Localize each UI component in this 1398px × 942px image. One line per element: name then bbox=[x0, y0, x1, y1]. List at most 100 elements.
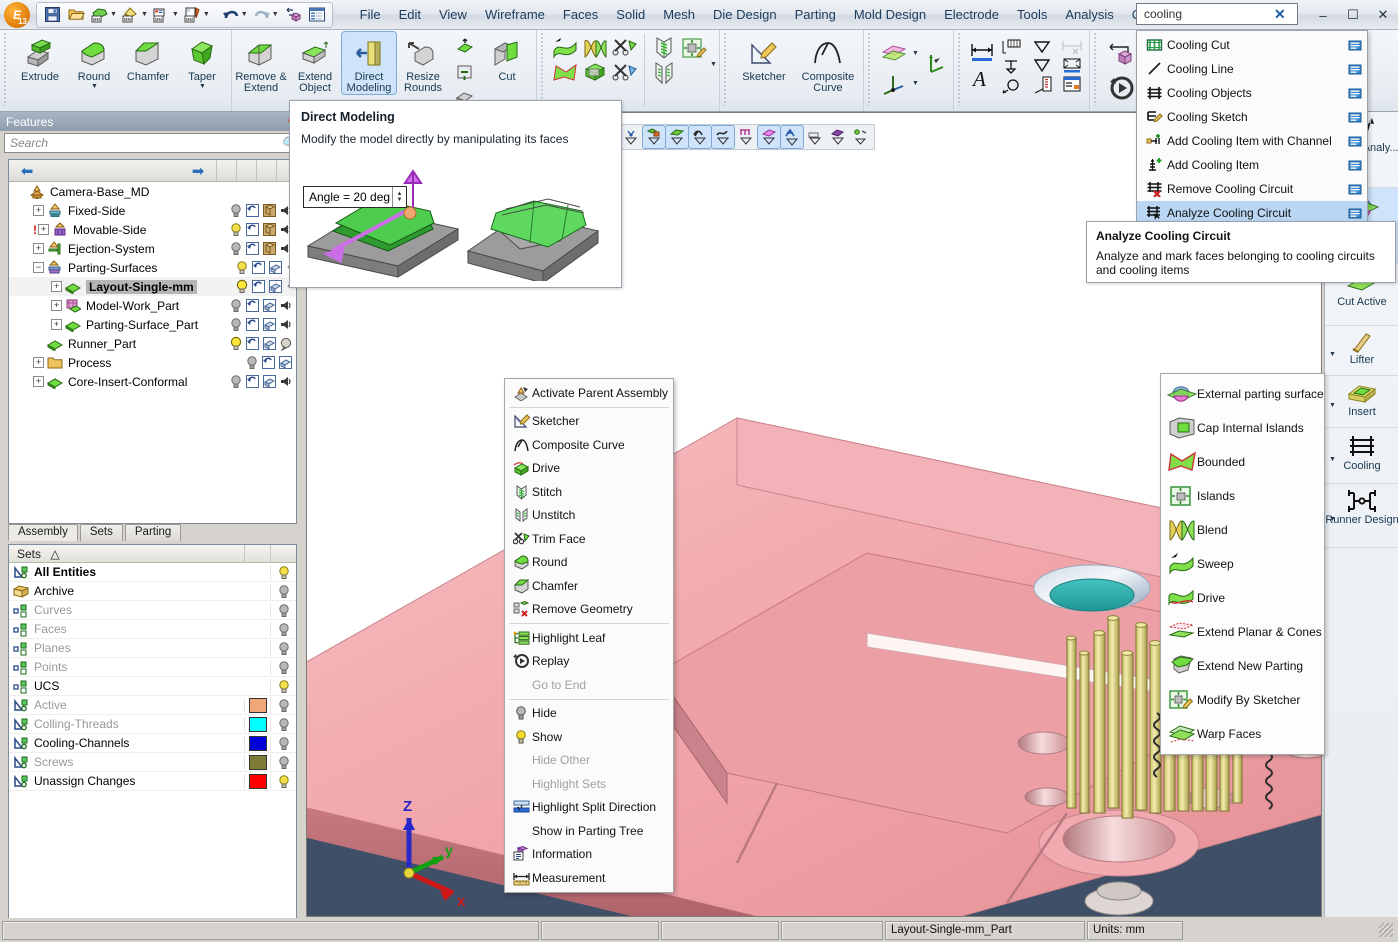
filter-solid-icon[interactable] bbox=[735, 126, 757, 148]
context-menu-item[interactable]: Round bbox=[505, 551, 673, 575]
chevron-down-icon[interactable]: ▼ bbox=[1329, 402, 1336, 409]
properties-icon[interactable] bbox=[306, 4, 328, 26]
group-grip[interactable] bbox=[865, 32, 875, 106]
context-menu-item[interactable]: Show in Parting Tree bbox=[505, 819, 673, 843]
group-grip[interactable] bbox=[2, 32, 11, 106]
search-result-item[interactable]: Remove Cooling Circuit bbox=[1137, 177, 1367, 201]
sets-visibility-toggle[interactable] bbox=[270, 697, 296, 713]
search-result-item[interactable]: Cooling Line bbox=[1137, 57, 1367, 81]
context-menu-item[interactable]: Replay bbox=[505, 650, 673, 674]
modify-by-sketcher-icon[interactable] bbox=[679, 35, 709, 60]
category-icon[interactable] bbox=[1347, 111, 1363, 124]
print-icon[interactable]: мм bbox=[182, 4, 204, 26]
chevron-down-icon[interactable]: ▼ bbox=[912, 80, 919, 87]
context-menu-item[interactable]: Hide bbox=[505, 702, 673, 726]
feature-tree-label[interactable]: Movable-Side bbox=[73, 223, 146, 237]
filter-group-icon[interactable] bbox=[827, 126, 849, 148]
linear-dimension-icon[interactable] bbox=[967, 37, 997, 65]
ordinate-dimension-icon[interactable] bbox=[997, 37, 1027, 56]
print-dropdown-caret[interactable]: ▼ bbox=[203, 11, 210, 18]
diameter-dimension-icon[interactable] bbox=[997, 75, 1027, 95]
filter-plane-icon[interactable] bbox=[804, 126, 826, 148]
feature-tree-label[interactable]: Runner_Part bbox=[68, 337, 136, 351]
sets-visibility-toggle[interactable] bbox=[270, 754, 296, 770]
import-dropdown-caret[interactable]: ▼ bbox=[110, 11, 117, 18]
clear-search-icon[interactable]: ✕ bbox=[1274, 6, 1286, 23]
ribbon-button-taper[interactable]: Taper ▼ bbox=[175, 32, 229, 90]
cut-mid-icon[interactable] bbox=[450, 60, 480, 85]
sets-row-name[interactable]: Colling-Threads bbox=[9, 717, 244, 732]
stitch-icon[interactable] bbox=[649, 35, 679, 60]
filter-surface-icon[interactable] bbox=[756, 125, 781, 149]
speaker-icon[interactable] bbox=[279, 317, 293, 332]
feature-tree-row[interactable]: + Layout-Single-mm bbox=[9, 277, 296, 296]
sets-row-name[interactable]: Curves bbox=[9, 603, 244, 618]
undo-icon[interactable] bbox=[220, 4, 242, 26]
chevron-down-icon[interactable]: ▼ bbox=[1329, 351, 1336, 358]
context-menu-item[interactable]: Measurement bbox=[505, 866, 673, 890]
parting-surface-menu-item[interactable]: Warp Faces bbox=[1161, 717, 1324, 751]
ribbon-button-direct-modeling[interactable]: Direct Modeling bbox=[341, 31, 397, 95]
feature-tree-label[interactable]: Layout-Single-mm bbox=[86, 279, 197, 294]
sets-row[interactable]: Unassign Changes bbox=[9, 772, 296, 791]
bulb-off-icon[interactable] bbox=[229, 374, 243, 389]
text-annotation-icon[interactable]: A bbox=[967, 65, 997, 91]
undo-dropdown-caret[interactable]: ▼ bbox=[241, 11, 248, 18]
sets-header-label[interactable]: Sets △ bbox=[9, 547, 244, 561]
menu-analysis[interactable]: Analysis bbox=[1056, 3, 1122, 26]
print-preview-icon[interactable]: мм bbox=[151, 4, 173, 26]
resize-grip-icon[interactable] bbox=[1379, 923, 1393, 937]
search-input[interactable] bbox=[1142, 6, 1274, 22]
sets-row[interactable]: Screws bbox=[9, 753, 296, 772]
context-menu-item[interactable]: Chamfer bbox=[505, 574, 673, 598]
tab-parting[interactable]: Parting bbox=[124, 524, 182, 541]
tree-expander[interactable]: + bbox=[33, 243, 44, 254]
context-menu-item[interactable]: Sketcher bbox=[505, 410, 673, 434]
category-icon[interactable] bbox=[1347, 207, 1363, 220]
feature-tree-label[interactable]: Ejection-System bbox=[68, 242, 155, 256]
surface-icon[interactable] bbox=[262, 336, 277, 351]
open-icon[interactable] bbox=[65, 4, 87, 26]
context-menu-item[interactable]: Trim Face bbox=[505, 527, 673, 551]
search-result-item[interactable]: Add Cooling Item bbox=[1137, 153, 1367, 177]
menu-tools[interactable]: Tools bbox=[1008, 3, 1056, 26]
tree-expander[interactable]: + bbox=[51, 281, 62, 292]
plane-icon[interactable] bbox=[877, 38, 911, 68]
context-menu-item[interactable]: Composite Curve bbox=[505, 433, 673, 457]
feature-tree-row[interactable]: + Ejection-System bbox=[9, 239, 296, 258]
sets-visibility-toggle[interactable] bbox=[270, 564, 296, 580]
replay-icon[interactable] bbox=[245, 298, 260, 313]
search-result-item[interactable]: Cooling Cut bbox=[1137, 33, 1367, 57]
replay-icon[interactable] bbox=[245, 222, 260, 237]
ribbon-button-remove-extend[interactable]: Remove & Extend bbox=[234, 32, 288, 94]
group-grip[interactable] bbox=[1091, 32, 1101, 106]
sets-color-swatch[interactable] bbox=[244, 773, 270, 789]
solid-icon[interactable] bbox=[262, 241, 277, 256]
ribbon-button-sketcher[interactable]: Sketcher bbox=[733, 32, 795, 83]
group-grip[interactable] bbox=[955, 32, 965, 106]
filter-curve-icon[interactable] bbox=[687, 125, 712, 149]
blend-surface-icon[interactable] bbox=[580, 35, 610, 60]
replace-icon[interactable] bbox=[282, 4, 304, 26]
context-menu-item[interactable]: Unstitch bbox=[505, 504, 673, 528]
sets-row[interactable]: Faces bbox=[9, 620, 296, 639]
feature-tree-row[interactable]: Runner_Part bbox=[9, 334, 296, 353]
sets-row[interactable]: Points bbox=[9, 658, 296, 677]
ribbon-button-extrude[interactable]: Extrude bbox=[13, 32, 67, 83]
feature-tree-label[interactable]: Process bbox=[68, 356, 111, 370]
spinner-icon[interactable]: ▲ ▼ bbox=[392, 187, 406, 207]
chevron-down-icon[interactable]: ▼ bbox=[710, 61, 717, 68]
context-menu[interactable]: Activate Parent Assembly Sketcher Composit… bbox=[504, 378, 674, 893]
feature-tree-label[interactable]: Core-Insert-Conformal bbox=[68, 375, 187, 389]
sets-row[interactable]: Active bbox=[9, 696, 296, 715]
tab-assembly[interactable]: Assembly bbox=[8, 524, 78, 541]
sets-row[interactable]: Planes bbox=[9, 639, 296, 658]
print-preview-dropdown-caret[interactable]: ▼ bbox=[172, 11, 179, 18]
tree-expander[interactable]: + bbox=[51, 300, 62, 311]
angle-stepper[interactable]: Angle = 20 deg ▲ ▼ bbox=[303, 186, 407, 208]
replay-icon[interactable] bbox=[261, 355, 276, 370]
export-model-icon[interactable]: мм bbox=[120, 4, 142, 26]
sets-visibility-toggle[interactable] bbox=[270, 602, 296, 618]
bulb-on-icon[interactable] bbox=[229, 222, 243, 237]
geometric-tolerance-icon[interactable] bbox=[1027, 37, 1057, 56]
